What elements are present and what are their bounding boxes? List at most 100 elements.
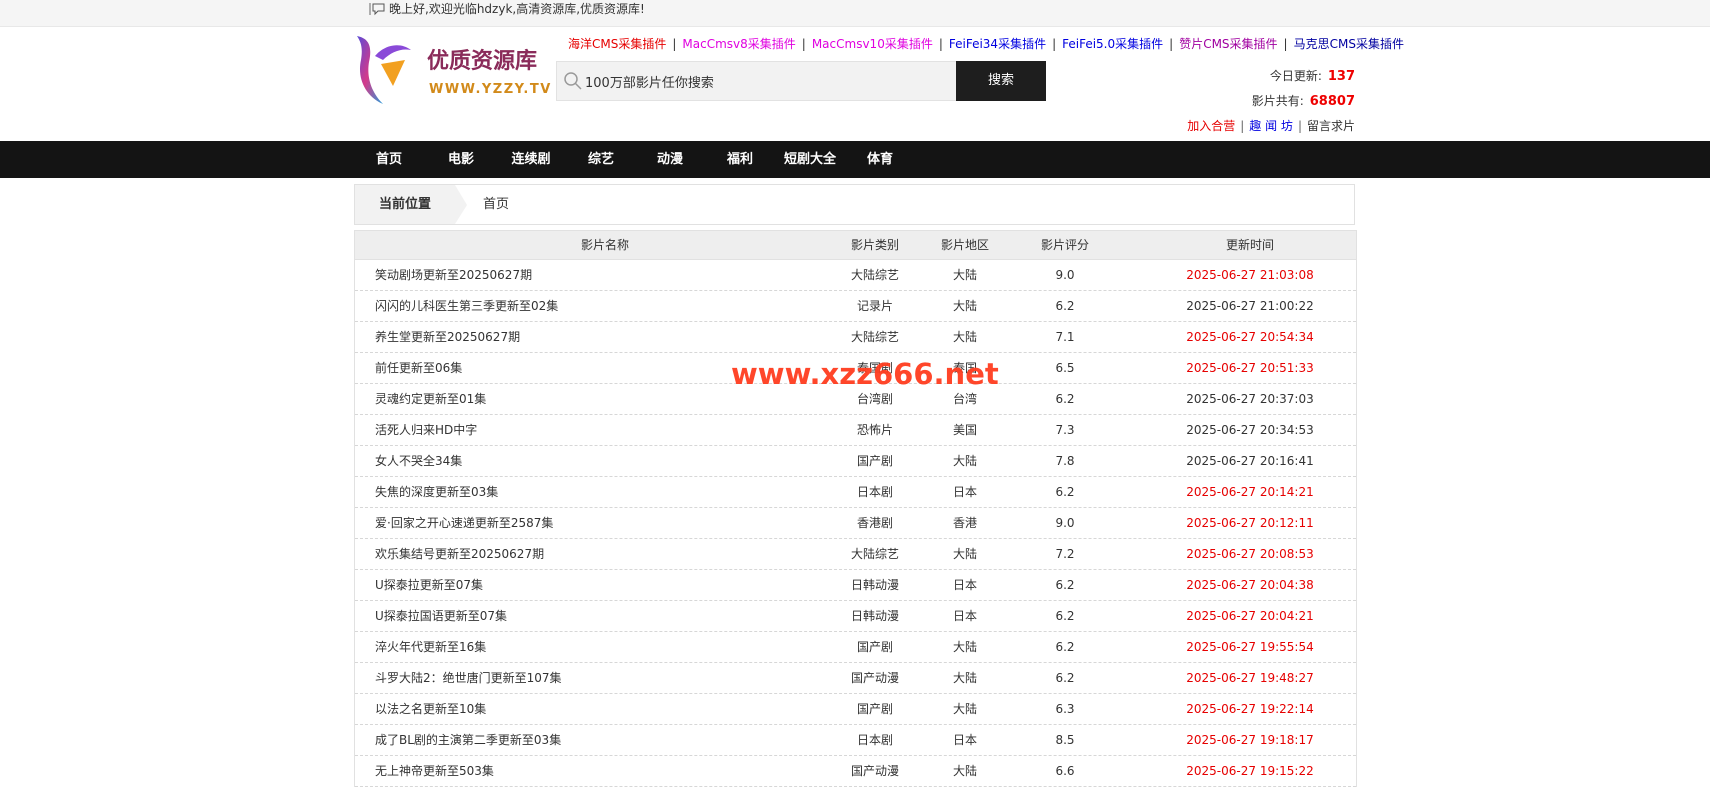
video-region: 大陆 [952, 547, 977, 561]
divider: | [1169, 37, 1174, 51]
greeting-text: 晚上好,欢迎光临hdzyk,高清资源库,优质资源库! [389, 2, 645, 16]
video-title-link[interactable]: 前任更新至06集 [375, 353, 462, 383]
video-title-link[interactable]: U探泰拉国语更新至07集 [375, 601, 507, 631]
breadcrumb-current: 首页 [483, 197, 510, 212]
video-region: 香港 [952, 516, 977, 530]
today-count: 137 [1327, 69, 1355, 84]
header-type: 影片类别 [850, 238, 899, 252]
search-input[interactable] [585, 71, 945, 91]
video-category: 大陆综艺 [850, 330, 899, 344]
search-bar: 搜索 [556, 61, 1046, 101]
update-time: 2025-06-27 19:15:22 [1186, 764, 1314, 778]
video-category: 国产剧 [856, 640, 893, 654]
table-row: 闪闪的儿科医生第三季更新至02集 记录片 大陆 6.2 2025-06-27 21:00… [355, 291, 1356, 322]
video-region: 日本 [952, 609, 977, 623]
video-title-link[interactable]: 灵魂约定更新至01集 [375, 384, 486, 414]
table-row: 活死人归来HD中字 恐怖片 美国 7.3 2025-06-27 20:34:53 [355, 415, 1356, 446]
video-title-link[interactable]: 淬火年代更新至16集 [375, 632, 486, 662]
plugin-link[interactable]: 赞片CMS采集插件 [1179, 37, 1277, 51]
divider: | [1283, 37, 1288, 51]
video-title-link[interactable]: 成了BL剧的主演第二季更新至03集 [375, 725, 561, 755]
video-category: 国产动漫 [850, 671, 899, 685]
video-category: 日本剧 [856, 485, 893, 499]
nav-sports[interactable]: 体育 [856, 141, 904, 178]
video-title-link[interactable]: 爱·回家之开心速递更新至2587集 [375, 508, 553, 538]
video-score: 7.1 [1055, 330, 1075, 344]
search-button[interactable]: 搜索 [956, 61, 1046, 101]
join-link[interactable]: 加入合营 [1187, 119, 1235, 133]
plugin-link[interactable]: FeiFei5.0采集插件 [1062, 37, 1163, 51]
video-category: 大陆综艺 [850, 547, 899, 561]
plugin-link[interactable]: 海洋CMS采集插件 [568, 37, 666, 51]
video-region: 大陆 [952, 764, 977, 778]
site-logo[interactable]: 优质资源库 WWW.YZZY.TV [353, 34, 553, 108]
nav-anime[interactable]: 动漫 [646, 141, 694, 178]
breadcrumb-label: 当前位置 [355, 185, 455, 224]
total-count: 68807 [1309, 94, 1355, 109]
update-time: 2025-06-27 20:54:34 [1186, 330, 1314, 344]
nav-home[interactable]: 首页 [365, 141, 413, 178]
video-score: 7.8 [1055, 454, 1075, 468]
plugin-link[interactable]: FeiFei34采集插件 [949, 37, 1046, 51]
logo-cn-text: 优质资源库 [427, 48, 537, 74]
nav-variety[interactable]: 综艺 [577, 141, 625, 178]
video-title-link[interactable]: 闪闪的儿科医生第三季更新至02集 [375, 291, 558, 321]
table-row: 失焦的深度更新至03集 日本剧 日本 6.2 2025-06-27 20:14:21 [355, 477, 1356, 508]
table-header: 影片名称 影片类别 影片地区 影片评分 更新时间 [355, 231, 1356, 260]
plugin-link[interactable]: 马克思CMS采集插件 [1294, 37, 1404, 51]
video-region: 日本 [952, 485, 977, 499]
video-title-link[interactable]: 以法之名更新至10集 [375, 694, 486, 724]
video-score: 6.2 [1055, 578, 1075, 592]
video-region: 大陆 [952, 330, 977, 344]
video-title-link[interactable]: 养生堂更新至20250627期 [375, 322, 520, 352]
video-score: 7.3 [1055, 423, 1075, 437]
nav-short-drama[interactable]: 短剧大全 [778, 141, 842, 178]
watermark: www.xzz666.net [731, 357, 999, 391]
video-region: 大陆 [952, 454, 977, 468]
video-title-link[interactable]: 失焦的深度更新至03集 [375, 477, 498, 507]
table-row: 淬火年代更新至16集 国产剧 大陆 6.2 2025-06-27 19:55:54 [355, 632, 1356, 663]
table-row: 女人不哭全34集 国产剧 大陆 7.8 2025-06-27 20:16:41 [355, 446, 1356, 477]
today-label: 今日更新: [1269, 69, 1322, 83]
breadcrumb-arrow [455, 185, 467, 224]
request-link[interactable]: 留言求片 [1307, 119, 1355, 133]
video-title-link[interactable]: 欢乐集结号更新至20250627期 [375, 539, 544, 569]
nav-welfare[interactable]: 福利 [716, 141, 764, 178]
total-label: 影片共有: [1251, 94, 1304, 108]
header-area: 影片地区 [940, 238, 989, 252]
video-title-link[interactable]: 斗罗大陆2：绝世唐门更新至107集 [375, 663, 562, 693]
video-title-link[interactable]: 活死人归来HD中字 [375, 415, 477, 445]
table-row: 斗罗大陆2：绝世唐门更新至107集 国产动漫 大陆 6.2 2025-06-27 19:… [355, 663, 1356, 694]
video-score: 8.5 [1055, 733, 1075, 747]
video-category: 恐怖片 [856, 423, 893, 437]
search-icon [564, 72, 582, 90]
update-time: 2025-06-27 20:08:53 [1186, 547, 1314, 561]
video-score: 6.2 [1055, 392, 1075, 406]
update-time: 2025-06-27 20:34:53 [1186, 423, 1314, 437]
update-time: 2025-06-27 20:14:21 [1186, 485, 1314, 499]
plugin-link[interactable]: MacCmsv8采集插件 [682, 37, 795, 51]
greeting: 晚上好,欢迎光临hdzyk,高清资源库,优质资源库! [369, 0, 645, 18]
video-title-link[interactable]: U探泰拉更新至07集 [375, 570, 483, 600]
divider: | [1297, 119, 1302, 133]
video-score: 9.0 [1055, 268, 1075, 282]
video-score: 6.6 [1055, 764, 1075, 778]
header-score: 影片评分 [1040, 238, 1089, 252]
fun-link[interactable]: 趣 闻 坊 [1249, 119, 1293, 133]
quick-links: 加入合营 | 趣 闻 坊 | 留言求片 [1187, 114, 1355, 139]
nav-movies[interactable]: 电影 [437, 141, 485, 178]
video-list: 影片名称 影片类别 影片地区 影片评分 更新时间 笑动剧场更新至20250627… [354, 230, 1357, 787]
plugin-link[interactable]: MacCmsv10采集插件 [812, 37, 933, 51]
divider: | [1052, 37, 1057, 51]
video-title-link[interactable]: 女人不哭全34集 [375, 446, 462, 476]
update-time: 2025-06-27 20:51:33 [1186, 361, 1314, 375]
video-category: 大陆综艺 [850, 268, 899, 282]
video-title-link[interactable]: 笑动剧场更新至20250627期 [375, 260, 532, 290]
update-time: 2025-06-27 21:03:08 [1186, 268, 1314, 282]
video-region: 大陆 [952, 268, 977, 282]
video-category: 日本剧 [856, 733, 893, 747]
video-region: 日本 [952, 578, 977, 592]
nav-series[interactable]: 连续剧 [503, 141, 559, 178]
video-title-link[interactable]: 无上神帝更新至503集 [375, 756, 494, 786]
divider: | [672, 37, 677, 51]
